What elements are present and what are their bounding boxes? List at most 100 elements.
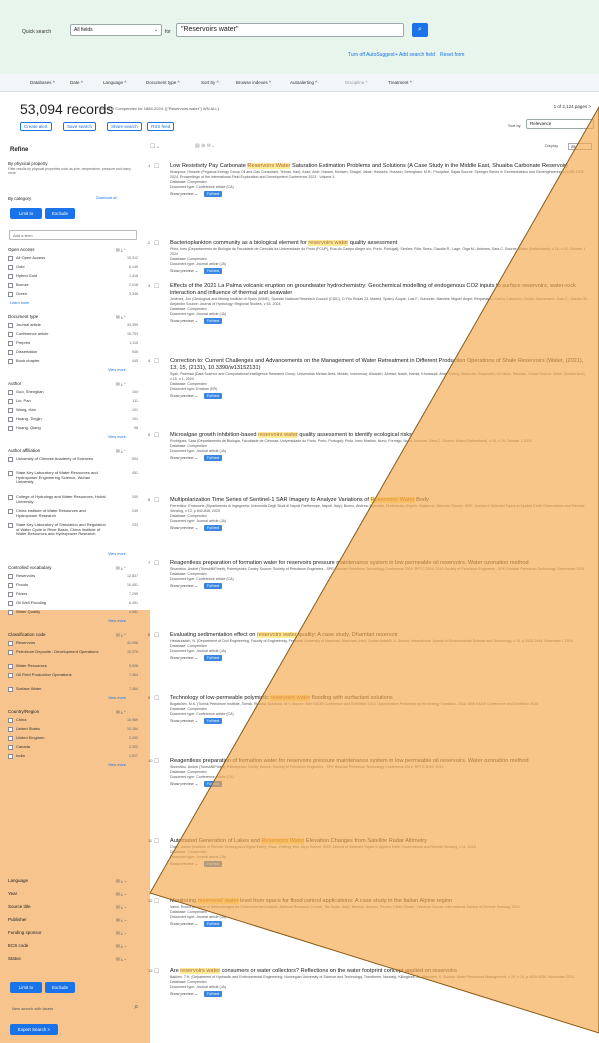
checkbox[interactable] xyxy=(8,523,13,528)
facet-item[interactable]: Wang, Hao 101 xyxy=(8,407,138,413)
facet-item[interactable]: All Open Access 15,312 xyxy=(8,255,138,261)
facet-item[interactable]: Reservoirs 12,837 xyxy=(8,573,138,579)
checkbox[interactable] xyxy=(8,610,13,615)
tab-date[interactable]: Date ^ xyxy=(70,80,83,85)
tab-databases[interactable]: Databases ^ xyxy=(30,80,55,85)
result-title[interactable]: Automated Generation of Lakes and Reserv… xyxy=(170,838,588,845)
toolbar-icons[interactable]: ▤ ⊕ ✉⌄ xyxy=(195,143,215,149)
checkbox[interactable] xyxy=(8,495,13,500)
collapsed-facet[interactable]: ECS code xyxy=(8,943,28,948)
limit-to-button[interactable]: Limit to xyxy=(10,208,42,219)
full-text-button[interactable]: Full text xyxy=(203,393,223,399)
full-text-button[interactable]: Full text xyxy=(203,268,223,274)
show-preview-link[interactable]: Show preview xyxy=(170,584,194,588)
facet-item[interactable]: Gold 8,149 xyxy=(8,264,138,270)
checkbox[interactable] xyxy=(8,426,13,431)
checkbox[interactable] xyxy=(8,417,13,422)
checkbox[interactable] xyxy=(8,687,13,692)
facet-item[interactable]: Floods 10,451 xyxy=(8,582,138,588)
sort-select[interactable]: Relevance xyxy=(526,119,594,129)
result-checkbox[interactable]: ☐ xyxy=(154,560,159,567)
full-text-button[interactable]: Full text xyxy=(203,991,223,997)
checkbox[interactable] xyxy=(8,736,13,741)
full-text-button[interactable]: Full text xyxy=(203,921,223,927)
result-title[interactable]: Effects of the 2021 La Palma volcanic er… xyxy=(170,283,588,297)
show-preview-link[interactable]: Show preview xyxy=(170,526,194,530)
full-text-button[interactable]: Full text xyxy=(203,718,223,724)
facet-item[interactable]: Canada 2,302 xyxy=(8,744,138,750)
show-preview-link[interactable]: Show preview xyxy=(170,719,194,723)
facet-tools-icon[interactable]: ▤ ⤓ ⌄ xyxy=(116,917,127,922)
facet-item[interactable]: United Kingdom 2,402 xyxy=(8,735,138,741)
search-button[interactable]: ⌕ xyxy=(412,23,428,37)
facet-item[interactable]: College of Hydrology and Water Resources… xyxy=(8,494,138,504)
result-checkbox[interactable]: ☐ xyxy=(154,758,159,765)
tab-autoalerting[interactable]: Autoalerting ^ xyxy=(290,80,317,85)
facet-item[interactable]: China 16,969 xyxy=(8,717,138,723)
checkbox[interactable] xyxy=(8,650,13,655)
facet-item[interactable]: United States 10,154 xyxy=(8,726,138,732)
facet-title[interactable]: Country/Region xyxy=(8,709,39,714)
view-more-link[interactable]: View more xyxy=(108,552,126,556)
facet-tools-icon[interactable]: ▤ ⤓ ⌄ xyxy=(116,878,127,883)
full-text-button[interactable]: Full text xyxy=(203,191,223,197)
facet-item[interactable]: Conference article 16,793 xyxy=(8,331,138,337)
result-checkbox[interactable]: ☐ xyxy=(154,838,159,845)
show-preview-link[interactable]: Show preview xyxy=(170,992,194,996)
facet-item[interactable]: Oil Well Flooding 6,491 xyxy=(8,600,138,606)
add-search-field-link[interactable]: + Add search field xyxy=(395,52,435,58)
facet-item[interactable]: Book chapter 445 xyxy=(8,358,138,364)
result-checkbox[interactable]: ☐ xyxy=(154,898,159,905)
checkbox[interactable] xyxy=(8,332,13,337)
facet-item[interactable]: State Key Laboratory of Water Resources … xyxy=(8,470,138,485)
collapsed-facet[interactable]: Publisher xyxy=(8,917,27,922)
result-title[interactable]: Correction to: Current Challenges and Ad… xyxy=(170,358,588,372)
show-preview-link[interactable]: Show preview xyxy=(170,922,194,926)
tab-browse-indexes[interactable]: Browse indexes ^ xyxy=(236,80,271,85)
expert-search-button[interactable]: Expert Search > xyxy=(10,1024,58,1035)
facet-tools-icon[interactable]: ▤ ⤓ ^ xyxy=(116,381,126,386)
result-checkbox[interactable]: ☐ xyxy=(154,497,159,504)
new-search-facets-input[interactable]: New search with facets xyxy=(9,1003,137,1014)
show-preview-link[interactable]: Show preview xyxy=(170,192,194,196)
result-title[interactable]: Technology of low-permeable polymictic r… xyxy=(170,695,588,702)
physical-property-label[interactable]: By physical property xyxy=(8,161,48,166)
facet-item[interactable]: Preprint 1,115 xyxy=(8,340,138,346)
facet-item[interactable]: Rivers 7,295 xyxy=(8,591,138,597)
tab-discipline[interactable]: Discipline ^ xyxy=(345,80,368,85)
facet-item[interactable]: Oil Field Production Operations 7,464 xyxy=(8,672,138,678)
facet-item[interactable]: Liu, Pan 111 xyxy=(8,398,138,404)
result-title[interactable]: Bacterioplankton community as a biologic… xyxy=(170,240,588,247)
facet-item[interactable]: Hybrid Gold 1,418 xyxy=(8,273,138,279)
checkbox[interactable] xyxy=(8,408,13,413)
full-text-button[interactable]: Full text xyxy=(203,781,223,787)
show-preview-link[interactable]: Show preview xyxy=(170,656,194,660)
facet-item[interactable]: Bronze 2,018 xyxy=(8,282,138,288)
show-preview-link[interactable]: Show preview xyxy=(170,394,194,398)
collapsed-facet[interactable]: Source title xyxy=(8,904,31,909)
checkbox[interactable] xyxy=(8,583,13,588)
facet-item[interactable]: Reservoirs 42,098 xyxy=(8,640,138,646)
checkbox[interactable] xyxy=(8,341,13,346)
bottom-exclude-button[interactable]: Exclude xyxy=(45,982,75,993)
checkbox[interactable] xyxy=(8,274,13,279)
facet-item[interactable]: University of Chinese Academy of Science… xyxy=(8,456,138,462)
facet-title[interactable]: Author affiliation xyxy=(8,448,40,453)
checkbox[interactable] xyxy=(8,256,13,261)
checkbox[interactable] xyxy=(8,727,13,732)
facet-tools-icon[interactable]: ▤ ⤓ ^ xyxy=(116,632,126,637)
facet-item[interactable]: China Institute of Water Resources and H… xyxy=(8,508,138,518)
full-text-button[interactable]: Full text xyxy=(203,525,223,531)
tab-language[interactable]: Language ^ xyxy=(103,80,126,85)
search-input[interactable]: "Reservoirs water" xyxy=(176,23,404,37)
autosuggest-toggle[interactable]: Turn off AutoSuggest xyxy=(348,52,395,58)
result-checkbox[interactable]: ☐ xyxy=(154,163,159,170)
result-title[interactable]: Reagentless preparation of formation wat… xyxy=(170,758,588,765)
result-title[interactable]: Microalgae growth inhibition-based reser… xyxy=(170,432,588,439)
full-text-button[interactable]: Full text xyxy=(203,583,223,589)
checkbox[interactable] xyxy=(8,601,13,606)
facet-item[interactable]: Petroleum Deposits : Development Operati… xyxy=(8,649,138,655)
checkbox[interactable] xyxy=(8,574,13,579)
checkbox[interactable] xyxy=(8,745,13,750)
result-checkbox[interactable]: ☐ xyxy=(154,695,159,702)
